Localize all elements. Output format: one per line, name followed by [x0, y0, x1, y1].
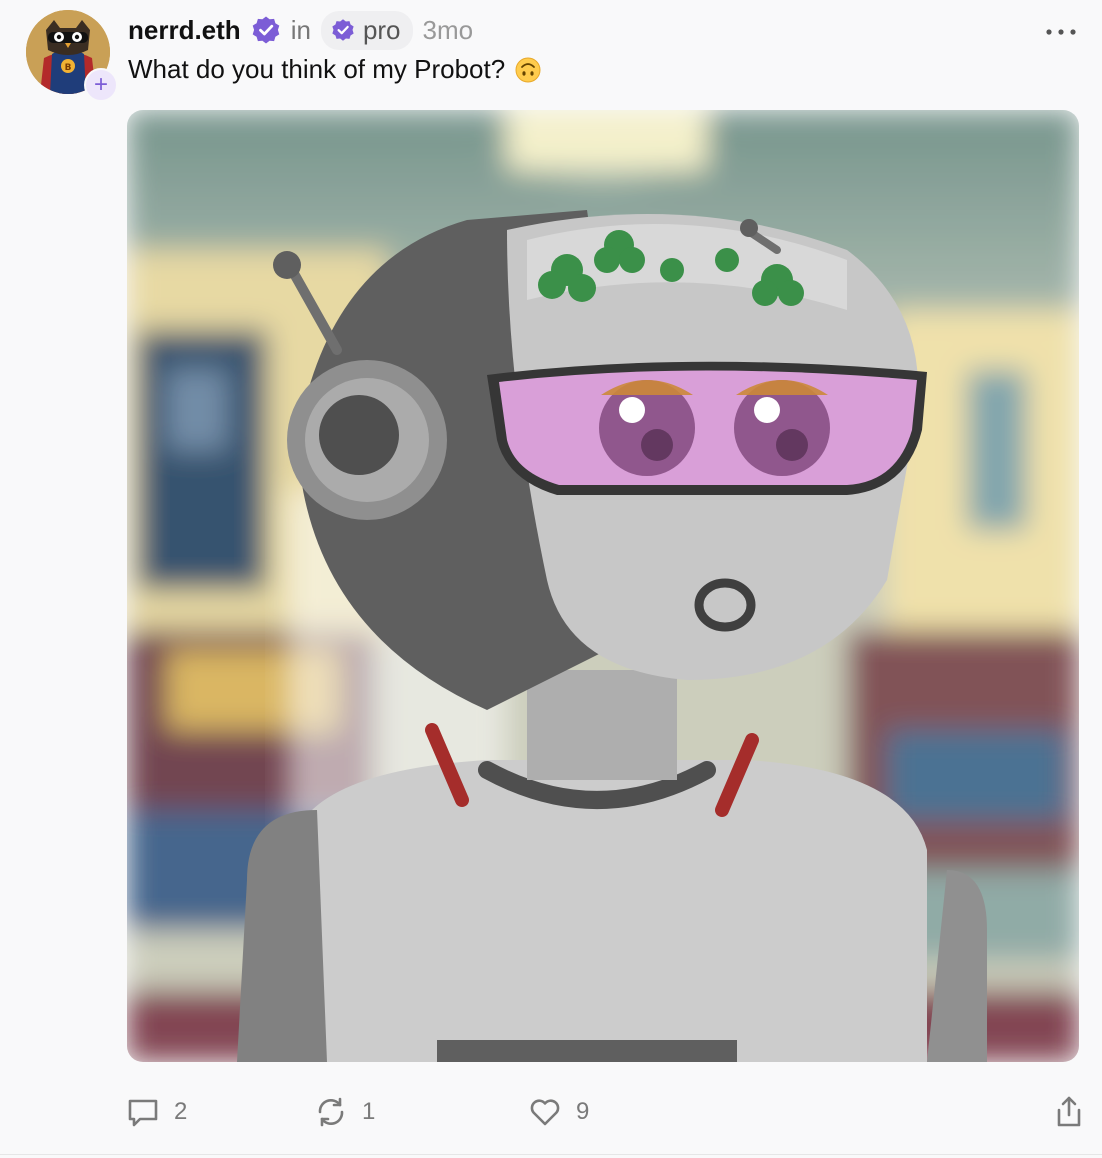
channel-name: pro	[362, 14, 401, 45]
recast-icon	[318, 1097, 344, 1127]
ellipsis-icon	[1046, 29, 1076, 35]
robot-image	[127, 110, 1079, 1062]
plus-icon: +	[93, 71, 108, 98]
cast-timestamp[interactable]: 3mo	[423, 15, 474, 46]
cast-header: nerrd.eth in pro 3mo	[128, 10, 473, 50]
like-button[interactable]: 9	[528, 1090, 589, 1134]
cast-actions: 2 1 9	[0, 1090, 1102, 1134]
heart-icon	[530, 1099, 560, 1126]
cast-image[interactable]	[127, 110, 1079, 1062]
cast-post: B + nerrd.eth in pro 3mo What do you thi…	[0, 0, 1102, 1158]
recast-button[interactable]: 1	[314, 1090, 375, 1134]
like-count: 9	[576, 1098, 590, 1125]
in-label: in	[290, 14, 311, 45]
recast-count: 1	[362, 1098, 376, 1125]
more-options-button[interactable]	[1044, 22, 1078, 42]
reply-count: 2	[174, 1098, 188, 1125]
channel-chip[interactable]: pro	[320, 10, 413, 50]
upside-down-face-emoji-icon	[515, 57, 541, 83]
follow-button[interactable]: +	[84, 68, 118, 102]
cast-text: What do you think of my Probot?	[128, 54, 506, 84]
share-button[interactable]	[1052, 1090, 1086, 1134]
author-username[interactable]: nerrd.eth	[128, 15, 241, 46]
svg-text:B: B	[65, 63, 72, 73]
reply-button[interactable]: 2	[126, 1090, 187, 1134]
share-icon	[1057, 1096, 1081, 1127]
channel-verified-icon	[331, 18, 355, 42]
verified-badge-icon	[251, 15, 281, 45]
avatar-container: B +	[26, 10, 118, 102]
comment-icon	[128, 1099, 158, 1127]
cast-body: What do you think of my Probot?	[128, 54, 541, 85]
divider	[0, 1154, 1102, 1155]
